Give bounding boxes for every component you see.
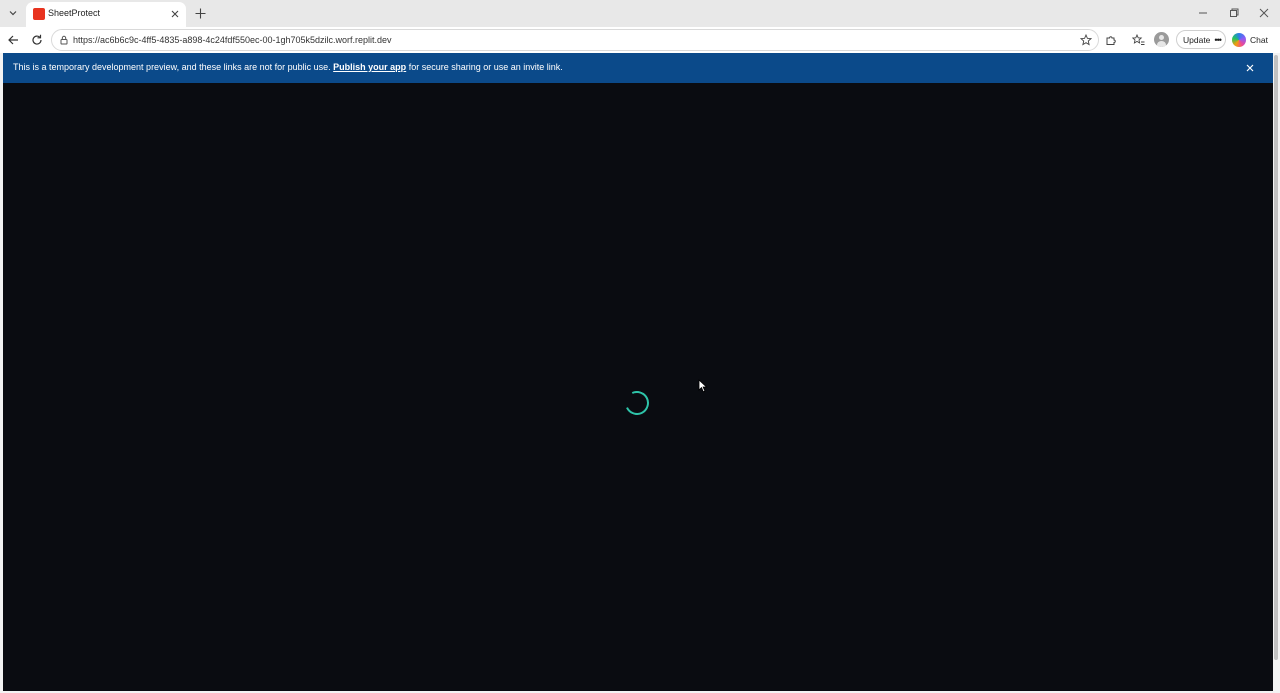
close-icon [1246, 64, 1254, 72]
favorites-list-icon [1131, 34, 1144, 45]
banner-message: This is a temporary development preview,… [13, 62, 563, 72]
plus-icon [195, 8, 205, 18]
banner-text-after: for secure sharing or use an invite link… [406, 62, 563, 72]
favorites-button[interactable] [1129, 31, 1147, 49]
banner-close-button[interactable] [1243, 61, 1257, 75]
publish-app-link[interactable]: Publish your app [333, 62, 406, 72]
chat-label: Chat [1250, 35, 1268, 45]
reload-button[interactable] [28, 31, 46, 49]
close-icon [1259, 8, 1269, 18]
chevron-down-icon [9, 11, 17, 16]
favorite-star-button[interactable] [1079, 33, 1093, 47]
close-window-button[interactable] [1256, 5, 1272, 21]
loading-spinner [621, 387, 653, 419]
address-bar[interactable]: https://ac6b6c9c-4ff5-4835-a898-4c24fdf5… [51, 29, 1099, 51]
puzzle-icon [1106, 36, 1116, 45]
star-icon [1080, 34, 1092, 46]
copilot-chat-button[interactable]: Chat [1232, 31, 1268, 49]
restore-button[interactable] [1226, 5, 1242, 21]
profile-avatar[interactable] [1154, 32, 1169, 47]
dev-preview-banner: This is a temporary development preview,… [3, 53, 1273, 83]
tab-close-button[interactable] [168, 7, 182, 21]
tab-actions-menu[interactable] [4, 4, 22, 22]
favicon-icon [33, 8, 45, 20]
close-icon [171, 10, 179, 18]
minimize-icon [1199, 12, 1207, 14]
copilot-icon [1232, 33, 1246, 47]
reload-icon [32, 34, 42, 45]
mouse-cursor-icon [698, 379, 708, 393]
browser-toolbar: https://ac6b6c9c-4ff5-4835-a898-4c24fdf5… [0, 27, 1280, 53]
site-info-icon[interactable] [58, 34, 70, 46]
update-label: Update [1183, 34, 1211, 45]
banner-text-before: This is a temporary development preview,… [13, 62, 334, 72]
page-scrollbar[interactable] [1273, 53, 1280, 691]
back-arrow-icon [8, 35, 18, 45]
tab-strip: SheetProtect [0, 0, 1280, 27]
url-text: https://ac6b6c9c-4ff5-4835-a898-4c24fdf5… [73, 35, 392, 45]
update-button[interactable]: Update ••• [1176, 30, 1226, 49]
back-button[interactable] [4, 31, 22, 49]
tab-title: SheetProtect [48, 8, 101, 18]
minimize-button[interactable] [1195, 5, 1211, 21]
page-viewport: This is a temporary development preview,… [3, 53, 1273, 691]
scrollbar-thumb[interactable] [1274, 55, 1278, 660]
more-icon: ••• [1214, 34, 1222, 45]
new-tab-button[interactable] [192, 5, 208, 21]
extensions-button[interactable] [1102, 31, 1120, 49]
restore-icon [1230, 8, 1239, 17]
tab-sheetprotect[interactable]: SheetProtect [26, 2, 186, 27]
